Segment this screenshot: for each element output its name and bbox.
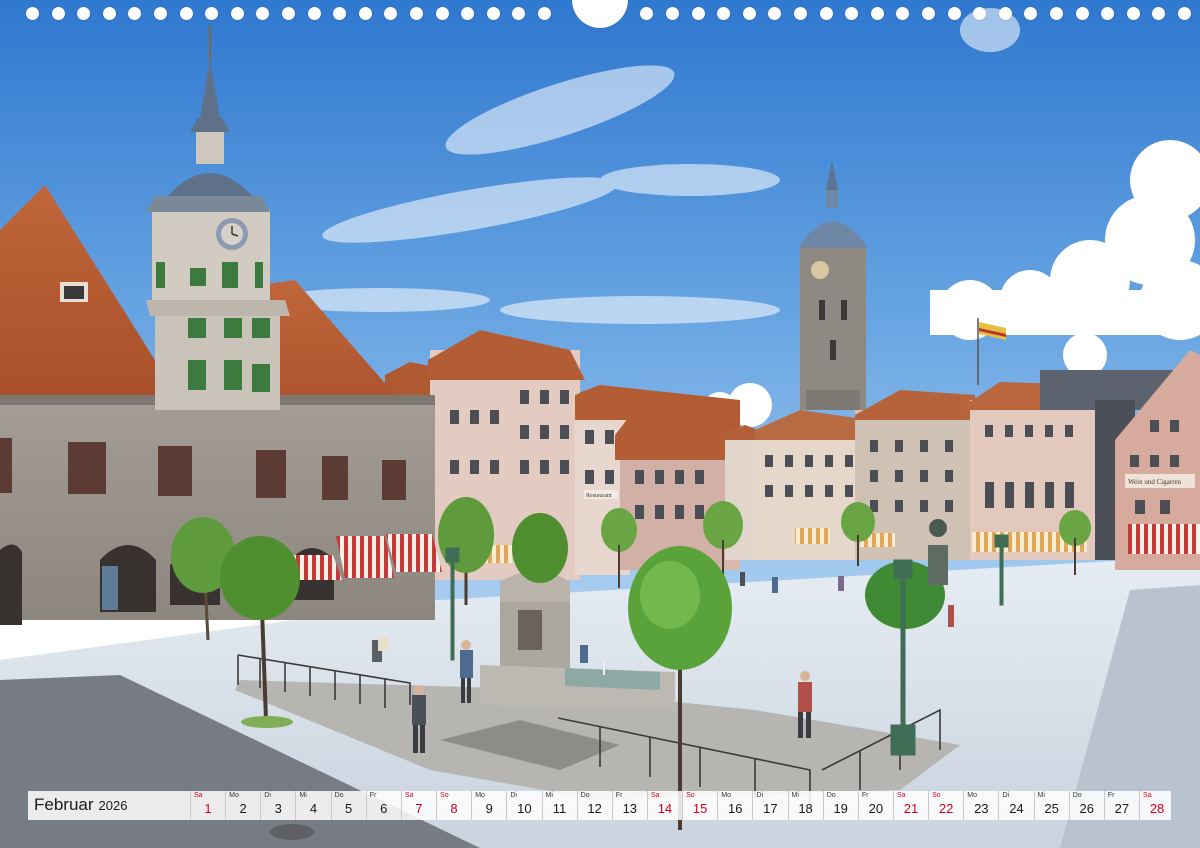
weekday-label: Di [1002, 792, 1010, 799]
calendar-strip: Februar 2026 Sa 1 Mo 2 Di 3 Mi 4 Do 5 Fr 6 Sa 7 So 8 Mo 9 D… [28, 791, 1171, 820]
calendar-day: Di 17 [752, 791, 787, 820]
day-number: 16 [728, 801, 743, 816]
calendar-day: Mo 16 [717, 791, 752, 820]
weekday-label: Mi [1037, 792, 1045, 799]
calendar-day: Di 3 [260, 791, 295, 820]
weekday-label: Mo [229, 792, 239, 799]
year-label: 2026 [98, 798, 128, 813]
calendar-day: Mi 25 [1033, 791, 1069, 820]
calendar-day: Mo 9 [471, 791, 506, 820]
day-number: 6 [380, 801, 388, 816]
day-number: 3 [274, 801, 282, 816]
weekday-label: Sa [897, 792, 906, 799]
weekday-label: Mo [475, 792, 485, 799]
calendar-day: Sa 28 [1139, 791, 1174, 820]
day-number: 5 [344, 801, 353, 816]
weekday-label: Do [826, 792, 836, 799]
day-number: 22 [938, 801, 954, 816]
calendar-day: So 22 [928, 791, 963, 820]
weekday-label: Sa [650, 792, 660, 799]
month-name: Februar [34, 795, 94, 814]
weekday-label: Mo [967, 792, 978, 799]
day-number: 4 [309, 801, 318, 816]
calendar-day: Sa 14 [646, 791, 682, 820]
day-number: 27 [1114, 801, 1130, 816]
day-number: 9 [485, 801, 493, 816]
day-number: 17 [763, 801, 778, 816]
day-number: 18 [798, 801, 813, 816]
calendar-day: Fr 20 [857, 791, 893, 820]
weekday-label: Do [334, 792, 344, 799]
manhole [270, 824, 314, 840]
calendar-day: Do 12 [576, 791, 612, 820]
calendar-day: Fr 13 [611, 791, 647, 820]
weekday-label: Fr [369, 792, 377, 799]
day-number: 26 [1079, 801, 1094, 816]
weekday-label: Mi [545, 792, 553, 799]
weekday-label: So [686, 792, 695, 799]
calendar-day: Di 24 [998, 791, 1033, 820]
weekday-label: Di [510, 792, 517, 799]
day-number: 14 [657, 801, 673, 816]
calendar-day: Di 10 [506, 791, 541, 820]
day-number: 23 [974, 801, 989, 816]
calendar-day: Sa 21 [893, 791, 928, 820]
weekday-label: Do [580, 792, 590, 799]
calendar-day: Fr 6 [365, 791, 401, 820]
shop-sign-cigarren: Wein und Cigarren [1128, 478, 1182, 486]
calendar-day: So 8 [436, 791, 471, 820]
weekday-label: Mo [721, 792, 731, 799]
day-number: 1 [204, 801, 212, 816]
weekday-label: Fr [861, 792, 869, 799]
weekday-label: So [932, 792, 941, 799]
weekday-label: Di [264, 792, 271, 799]
day-number: 12 [587, 801, 602, 816]
calendar-day: Mi 4 [295, 791, 330, 820]
calendar-day: Mo 2 [225, 791, 260, 820]
weekday-label: So [440, 792, 449, 799]
shop-sign-restaurant: Restaurant [586, 493, 612, 499]
day-number: 28 [1149, 801, 1165, 816]
day-number: 2 [239, 801, 247, 816]
calendar-day: Do 26 [1068, 791, 1104, 820]
day-number: 11 [552, 801, 567, 816]
weekday-label: Sa [1143, 792, 1152, 799]
monument [928, 519, 948, 585]
day-number: 15 [692, 801, 708, 816]
calendar-day: So 15 [682, 791, 717, 820]
weekday-label: Mi [791, 792, 799, 799]
calendar-day: Do 5 [330, 791, 366, 820]
market-square-photo: Wein und Cigarren Restaurant [0, 0, 1200, 848]
day-number: 13 [622, 801, 638, 816]
weekday-label: Di [756, 792, 764, 799]
calendar-day: Do 19 [822, 791, 858, 820]
weekday-label: Sa [404, 792, 414, 799]
weekday-label: Do [1072, 792, 1082, 799]
calendar-day: Mi 11 [541, 791, 577, 820]
day-number: 8 [450, 801, 458, 816]
calendar-day: Sa 7 [400, 791, 436, 820]
calendar-day: Fr 27 [1103, 791, 1139, 820]
calendar-day: Mi 18 [787, 791, 823, 820]
weekday-label: Fr [1107, 792, 1115, 799]
day-number: 24 [1009, 801, 1024, 816]
day-number: 20 [868, 801, 884, 816]
calendar-day: Mo 23 [963, 791, 998, 820]
day-number: 10 [517, 801, 532, 816]
weekday-label: Mi [299, 792, 307, 799]
day-number: 21 [903, 801, 919, 816]
calendar-day: Sa 1 [190, 791, 225, 820]
day-number: 7 [415, 801, 423, 816]
day-number: 25 [1044, 801, 1059, 816]
weekday-label: Fr [615, 792, 623, 799]
day-number: 19 [833, 801, 848, 816]
month-label: Februar 2026 [34, 795, 127, 815]
weekday-label: Sa [194, 792, 203, 799]
